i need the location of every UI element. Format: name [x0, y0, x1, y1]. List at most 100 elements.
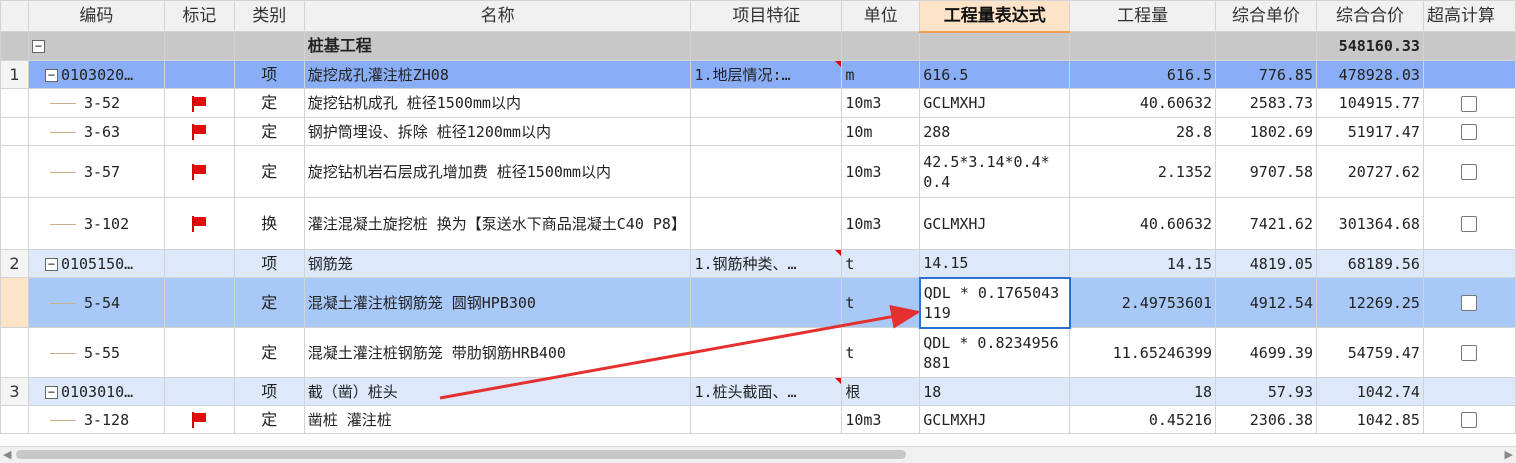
price-cell[interactable]: 776.85 [1215, 60, 1317, 89]
mark-cell[interactable] [163, 405, 235, 434]
feature-cell[interactable]: 1.桩头截面、… [690, 377, 843, 406]
qty-cell[interactable]: 28.8 [1069, 117, 1217, 146]
superheight-cell[interactable] [1422, 277, 1516, 328]
unit-cell[interactable]: 10m3 [841, 197, 921, 250]
name-cell[interactable]: 钢护筒埋设、拆除 桩径1200mm以内 [303, 117, 692, 146]
collapse-minus-icon[interactable]: − [44, 385, 58, 399]
price-cell[interactable]: 7421.62 [1215, 197, 1317, 250]
col-header-price[interactable]: 综合单价 [1215, 0, 1317, 32]
total-cell[interactable]: 1042.85 [1316, 405, 1424, 434]
expr-cell[interactable]: QDL * 0.8234956881 [919, 327, 1071, 378]
superheight-cell[interactable] [1422, 405, 1516, 434]
col-header-expr[interactable]: 工程量表达式 [919, 0, 1071, 33]
total-cell[interactable]: 1042.74 [1316, 377, 1424, 406]
name-cell[interactable]: 混凝土灌注桩钢筋笼 圆钢HPB300 [303, 277, 692, 328]
scroll-right-icon[interactable]: ▶ [1505, 448, 1513, 461]
total-cell[interactable]: 51917.47 [1316, 117, 1424, 146]
horizontal-scrollbar[interactable]: ◀ ▶ [0, 446, 1516, 463]
price-cell[interactable]: 4699.39 [1215, 327, 1317, 378]
superheight-cell[interactable] [1422, 197, 1516, 250]
total-cell[interactable]: 20727.62 [1316, 145, 1424, 198]
type-cell[interactable]: 定 [233, 405, 305, 434]
feature-cell[interactable] [690, 405, 843, 434]
code-cell[interactable]: 3-57 [27, 145, 165, 198]
mark-cell[interactable] [163, 117, 235, 146]
table-row[interactable]: 3-52 定 旋挖钻机成孔 桩径1500mm以内 10m3 GCLMXHJ 40… [0, 88, 1516, 118]
superheight-cell[interactable] [1422, 377, 1516, 406]
qty-cell[interactable]: 40.60632 [1069, 197, 1217, 250]
code-cell[interactable]: −0105150… [27, 249, 165, 278]
total-cell[interactable]: 548160.33 [1316, 31, 1424, 61]
code-cell[interactable]: 3-52 [27, 88, 165, 118]
name-cell[interactable]: 凿桩 灌注桩 [303, 405, 692, 434]
type-cell[interactable]: 定 [233, 327, 305, 378]
price-cell[interactable]: 1802.69 [1215, 117, 1317, 146]
feature-cell[interactable] [690, 327, 843, 378]
superheight-cell[interactable] [1422, 88, 1516, 118]
table-row[interactable]: 3-57 定 旋挖钻机岩石层成孔增加费 桩径1500mm以内 10m3 42.5… [0, 145, 1516, 198]
expr-cell[interactable] [919, 31, 1071, 61]
unit-cell[interactable]: 10m3 [841, 145, 921, 198]
table-row[interactable]: 3-128 定 凿桩 灌注桩 10m3 GCLMXHJ 0.45216 2306… [0, 405, 1516, 434]
qty-cell[interactable]: 40.60632 [1069, 88, 1217, 118]
feature-cell[interactable]: 1.地层情况:… [690, 60, 843, 89]
total-cell[interactable]: 301364.68 [1316, 197, 1424, 250]
table-row[interactable]: 5-55 定 混凝土灌注桩钢筋笼 带肋钢筋HRB400 t QDL * 0.82… [0, 327, 1516, 378]
feature-cell[interactable] [690, 31, 843, 61]
type-cell[interactable] [233, 31, 305, 61]
type-cell[interactable]: 项 [233, 60, 305, 89]
unit-cell[interactable]: t [841, 327, 921, 378]
scrollbar-thumb[interactable] [16, 450, 906, 459]
superheight-cell[interactable] [1422, 117, 1516, 146]
price-cell[interactable]: 4912.54 [1215, 277, 1317, 328]
col-header-total[interactable]: 综合合价 [1316, 0, 1424, 32]
name-cell[interactable]: 灌注混凝土旋挖桩 换为【泵送水下商品混凝土C40 P8】 [303, 197, 692, 250]
unit-cell[interactable] [841, 31, 921, 61]
table-row[interactable]: 2 −0105150… 项 钢筋笼 1.钢筋种类、… t 14.15 14.15… [0, 249, 1516, 278]
mark-cell[interactable] [163, 377, 235, 406]
checkbox-icon[interactable] [1461, 216, 1478, 232]
qty-cell[interactable]: 11.65246399 [1069, 327, 1217, 378]
price-cell[interactable]: 2306.38 [1215, 405, 1317, 434]
unit-cell[interactable]: 根 [841, 377, 921, 406]
qty-cell[interactable]: 14.15 [1069, 249, 1217, 278]
table-row[interactable]: 3-102 换 灌注混凝土旋挖桩 换为【泵送水下商品混凝土C40 P8】 10m… [0, 197, 1516, 250]
col-header-feature[interactable]: 项目特征 [690, 0, 843, 32]
feature-cell[interactable] [690, 145, 843, 198]
col-header-name[interactable]: 名称 [303, 0, 692, 32]
type-cell[interactable]: 定 [233, 117, 305, 146]
feature-cell[interactable] [690, 277, 843, 328]
mark-cell[interactable] [163, 277, 235, 328]
code-cell[interactable]: 3-63 [27, 117, 165, 146]
name-cell[interactable]: 截（凿）桩头 [303, 377, 692, 406]
mark-cell[interactable] [163, 249, 235, 278]
table-row[interactable]: 3-63 定 钢护筒埋设、拆除 桩径1200mm以内 10m 288 28.8 … [0, 117, 1516, 146]
mark-cell[interactable] [163, 197, 235, 250]
root-row[interactable]: − 桩基工程 548160.33 [0, 31, 1516, 61]
total-cell[interactable]: 12269.25 [1316, 277, 1424, 328]
superheight-cell[interactable] [1422, 145, 1516, 198]
col-header-mark[interactable]: 标记 [163, 0, 235, 32]
collapse-minus-icon[interactable]: − [44, 257, 58, 271]
unit-cell[interactable]: m [841, 60, 921, 89]
name-cell[interactable]: 旋挖钻机岩石层成孔增加费 桩径1500mm以内 [303, 145, 692, 198]
price-cell[interactable]: 57.93 [1215, 377, 1317, 406]
unit-cell[interactable]: 10m3 [841, 405, 921, 434]
unit-cell[interactable]: t [841, 277, 921, 328]
superheight-cell[interactable] [1422, 60, 1516, 89]
expr-cell[interactable]: 18 [919, 377, 1071, 406]
checkbox-icon[interactable] [1461, 164, 1478, 180]
type-cell[interactable]: 定 [233, 145, 305, 198]
unit-cell[interactable]: 10m [841, 117, 921, 146]
checkbox-icon[interactable] [1461, 95, 1478, 112]
unit-cell[interactable]: 10m3 [841, 88, 921, 118]
scroll-left-icon[interactable]: ◀ [3, 448, 11, 461]
qty-cell[interactable]: 18 [1069, 377, 1217, 406]
checkbox-icon[interactable] [1461, 412, 1478, 428]
feature-cell[interactable] [690, 88, 843, 118]
total-cell[interactable]: 478928.03 [1316, 60, 1424, 89]
type-cell[interactable]: 定 [233, 88, 305, 118]
type-cell[interactable]: 项 [233, 249, 305, 278]
superheight-cell[interactable] [1422, 249, 1516, 278]
price-cell[interactable]: 4819.05 [1215, 249, 1317, 278]
